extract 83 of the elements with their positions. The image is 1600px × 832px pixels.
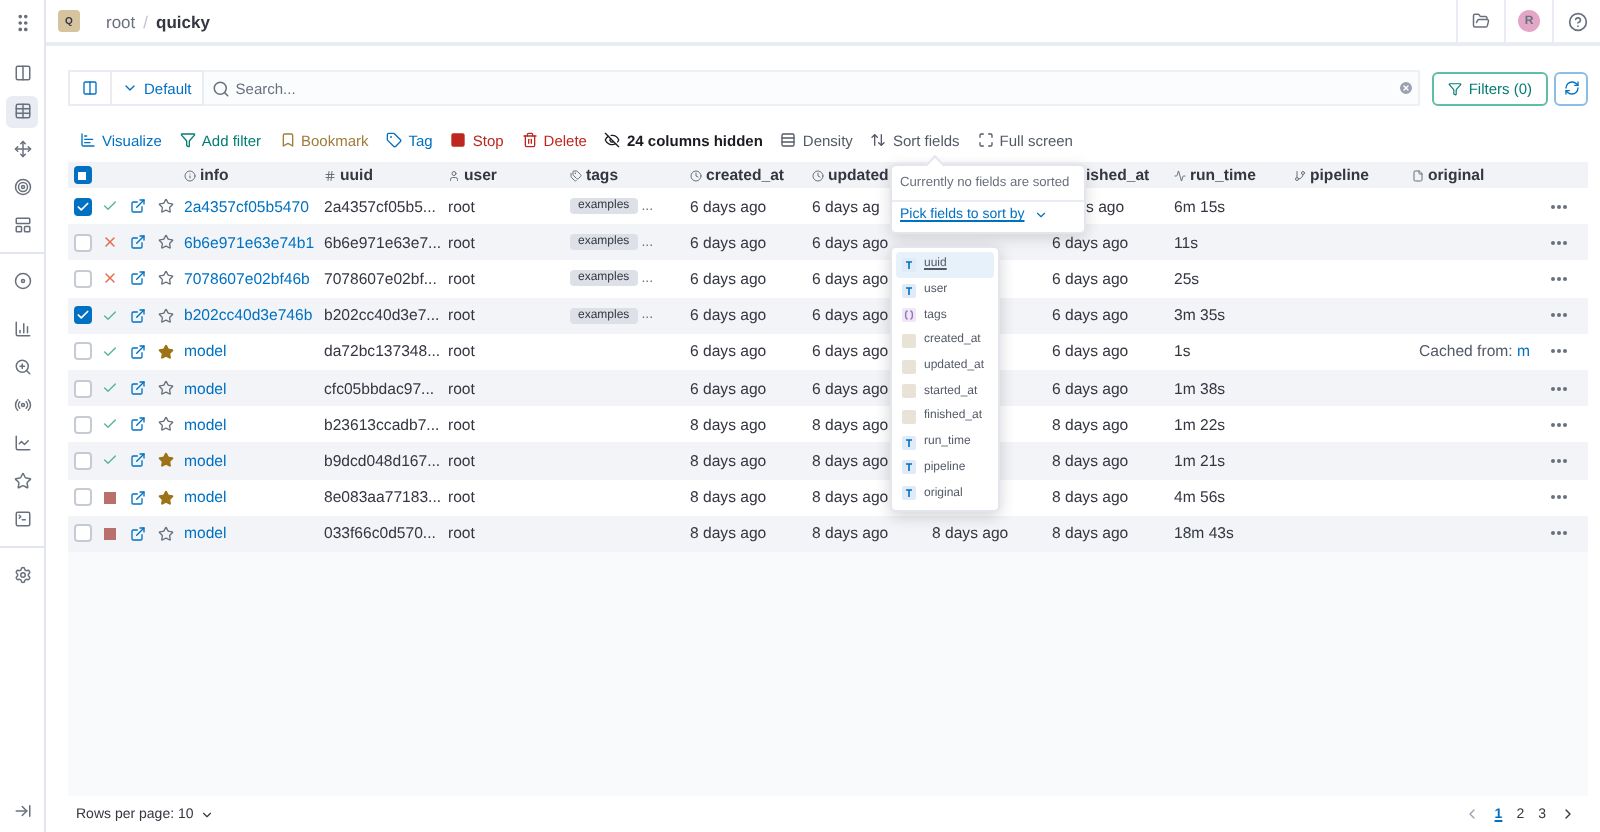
star-icon[interactable] — [158, 234, 174, 251]
next-page-icon[interactable] — [1560, 806, 1576, 822]
star-icon[interactable] — [158, 307, 174, 324]
external-link-icon[interactable] — [130, 198, 146, 215]
trash-icon — [521, 132, 538, 148]
row-checkbox[interactable] — [73, 342, 91, 361]
external-link-icon[interactable] — [130, 307, 146, 324]
row-checkbox[interactable] — [73, 233, 91, 252]
more-icon[interactable] — [1550, 203, 1568, 210]
search-icon — [211, 79, 230, 97]
more-icon[interactable] — [1550, 275, 1568, 282]
star-icon[interactable] — [158, 380, 174, 397]
more-icon[interactable] — [1550, 239, 1568, 246]
chart-icon — [80, 132, 96, 148]
clock-icon — [812, 169, 824, 181]
row-checkbox[interactable] — [73, 415, 91, 434]
more-icon[interactable] — [1550, 312, 1568, 319]
refresh-icon — [1563, 80, 1579, 96]
filter-icon — [1448, 81, 1463, 95]
star-icon[interactable] — [158, 452, 174, 469]
external-link-icon[interactable] — [130, 525, 146, 542]
clock-icon — [690, 169, 702, 181]
row-checkbox[interactable] — [73, 451, 91, 470]
clear-icon[interactable] — [1398, 80, 1415, 96]
text-type-icon — [902, 283, 916, 298]
external-link-icon[interactable] — [130, 416, 146, 433]
activity-icon — [1174, 169, 1186, 181]
info-icon — [184, 169, 196, 181]
more-icon[interactable] — [1550, 530, 1568, 537]
tag-icon — [386, 132, 403, 148]
more-icon[interactable] — [1550, 494, 1568, 501]
select-all-checkbox[interactable] — [73, 166, 91, 184]
more-icon[interactable] — [1550, 457, 1568, 464]
external-link-icon[interactable] — [130, 489, 146, 506]
text-type-icon — [902, 486, 916, 501]
chevron-icon — [199, 807, 214, 821]
tag-icon — [570, 169, 582, 181]
row-checkbox[interactable] — [73, 488, 91, 507]
branch-icon — [1294, 169, 1306, 181]
fullscreen-icon — [977, 132, 994, 148]
star-icon[interactable] — [158, 270, 174, 287]
star-icon[interactable] — [158, 489, 174, 506]
indeterminate-icon — [78, 171, 86, 179]
star-icon[interactable] — [158, 343, 174, 360]
external-link-icon[interactable] — [130, 452, 146, 469]
breadcrumb-separator: / — [143, 11, 149, 31]
hash-icon — [324, 169, 336, 181]
external-link-icon[interactable] — [130, 343, 146, 360]
more-icon[interactable] — [1550, 421, 1568, 428]
breadcrumb-item: quicky — [156, 11, 210, 31]
breadcrumb-item[interactable]: root — [106, 11, 136, 31]
chevron-icon — [1034, 208, 1049, 222]
file-icon — [1412, 169, 1424, 181]
rows-icon — [780, 132, 797, 148]
bookmark-icon — [279, 132, 295, 148]
text-type-icon — [902, 257, 916, 272]
array-type-icon — [902, 308, 916, 323]
row-checkbox[interactable] — [73, 379, 91, 398]
view-button[interactable] — [68, 70, 112, 106]
stop-icon — [450, 132, 467, 148]
chevron-icon — [122, 80, 138, 96]
star-icon[interactable] — [158, 198, 174, 215]
external-link-icon[interactable] — [130, 234, 146, 251]
row-checkbox[interactable] — [73, 197, 91, 216]
text-type-icon — [902, 435, 916, 450]
filter-icon — [179, 132, 196, 148]
refresh-button[interactable] — [1554, 71, 1588, 105]
more-icon[interactable] — [1550, 385, 1568, 392]
text-type-icon — [902, 460, 916, 475]
row-checkbox[interactable] — [73, 306, 91, 325]
columns-icon — [82, 80, 98, 96]
table-icon[interactable] — [6, 95, 38, 127]
star-icon[interactable] — [158, 416, 174, 433]
more-icon[interactable] — [1550, 348, 1568, 355]
sort-icon — [870, 132, 887, 148]
row-checkbox[interactable] — [73, 524, 91, 543]
external-link-icon[interactable] — [130, 380, 146, 397]
row-checkbox[interactable] — [73, 269, 91, 288]
star-icon[interactable] — [158, 525, 174, 542]
user-icon — [448, 169, 460, 181]
eye-off-icon — [604, 132, 621, 148]
external-link-icon[interactable] — [130, 270, 146, 287]
collapse-icon[interactable] — [13, 802, 31, 820]
